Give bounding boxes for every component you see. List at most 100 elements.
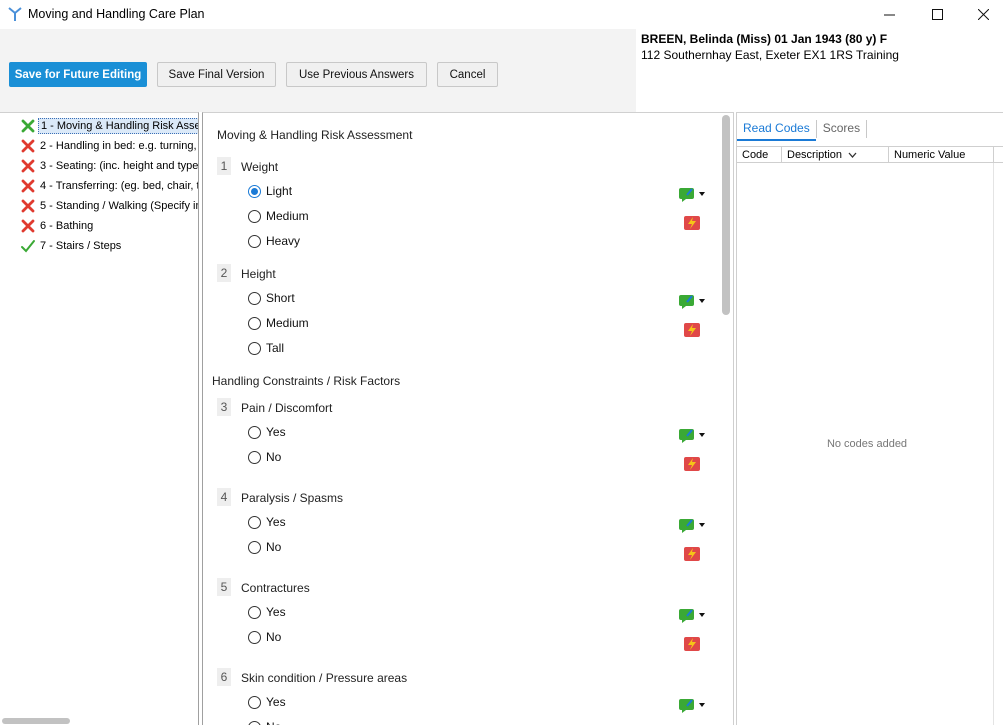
comment-icon[interactable]	[678, 607, 706, 623]
radio-button[interactable]	[248, 605, 261, 619]
radio-label: No	[266, 540, 282, 554]
comment-icon[interactable]	[678, 697, 706, 713]
horizontal-scrollbar[interactable]	[0, 717, 198, 725]
radio-button[interactable]	[248, 209, 261, 223]
question-label-pain: Pain / Discomfort	[241, 401, 333, 415]
column-header-numeric-value[interactable]: Numeric Value	[889, 147, 994, 163]
radio-label: No	[266, 630, 282, 644]
tree-item-stairs-steps[interactable]: 7 - Stairs / Steps	[20, 236, 198, 255]
radio-button[interactable]	[248, 695, 261, 709]
radio-skin-no[interactable]: No	[248, 720, 281, 725]
radio-height-medium[interactable]: Medium	[248, 316, 309, 330]
codes-grid-header: Code Description Numeric Value	[737, 146, 1003, 163]
radio-height-short[interactable]: Short	[248, 291, 295, 305]
tab-scores[interactable]: Scores	[817, 117, 866, 141]
tree-item-label: 6 - Bathing	[40, 219, 94, 232]
incomplete-cross-icon	[21, 159, 35, 172]
radio-weight-medium[interactable]: Medium	[248, 209, 309, 223]
question-label-weight: Weight	[241, 160, 279, 174]
question-number: 5	[217, 578, 231, 596]
tree-item-handling-in-bed[interactable]: 2 - Handling in bed: e.g. turning, sitti…	[20, 136, 198, 155]
form-title: Moving & Handling Risk Assessment	[217, 128, 413, 142]
tree-item-label: 4 - Transferring: (eg. bed, chair, toile…	[40, 179, 198, 192]
incomplete-cross-icon	[21, 119, 35, 132]
tree-item-bathing[interactable]: 6 - Bathing	[20, 216, 198, 235]
close-icon	[977, 9, 989, 20]
radio-button[interactable]	[248, 291, 261, 305]
radio-contractures-yes[interactable]: Yes	[248, 605, 286, 619]
radio-weight-heavy[interactable]: Heavy	[248, 234, 300, 248]
radio-button[interactable]	[248, 425, 261, 439]
radio-button[interactable]	[248, 316, 261, 330]
tree-item-label: 2 - Handling in bed: e.g. turning, sitti…	[40, 139, 198, 152]
app-logo-icon	[8, 7, 22, 21]
comment-icon[interactable]	[678, 186, 706, 202]
scrollbar-thumb[interactable]	[722, 115, 730, 315]
complete-check-icon	[21, 239, 35, 252]
empty-codes-message: No codes added	[826, 438, 908, 450]
radio-pain-no[interactable]: No	[248, 450, 281, 464]
radio-paralysis-no[interactable]: No	[248, 540, 281, 554]
incomplete-cross-icon	[21, 199, 35, 212]
radio-label: Medium	[266, 316, 309, 330]
radio-weight-light[interactable]: Light	[248, 184, 292, 198]
lightning-icon[interactable]	[683, 215, 701, 231]
tab-read-codes[interactable]: Read Codes	[737, 117, 816, 141]
tree-item-standing-walking[interactable]: 5 - Standing / Walking (Specify individu…	[20, 196, 198, 215]
use-previous-answers-button[interactable]: Use Previous Answers	[286, 62, 427, 87]
radio-button[interactable]	[248, 630, 261, 644]
radio-pain-yes[interactable]: Yes	[248, 425, 286, 439]
scrollbar-thumb[interactable]	[2, 718, 70, 724]
section-tree: 1 - Moving & Handling Risk Assessment 2 …	[0, 112, 199, 725]
radio-button[interactable]	[248, 184, 261, 198]
lightning-icon[interactable]	[683, 322, 701, 338]
save-final-version-button[interactable]: Save Final Version	[157, 62, 276, 87]
vertical-scrollbar[interactable]	[721, 113, 731, 725]
comment-icon[interactable]	[678, 517, 706, 533]
question-label-height: Height	[241, 267, 276, 281]
close-button[interactable]	[960, 0, 1003, 29]
tree-item-transferring[interactable]: 4 - Transferring: (eg. bed, chair, toile…	[20, 176, 198, 195]
radio-label: Medium	[266, 209, 309, 223]
radio-label: No	[266, 720, 281, 725]
maximize-icon	[931, 9, 943, 20]
patient-name: BREEN, Belinda (Miss) 01 Jan 1943 (80 y)…	[641, 32, 888, 46]
tree-item-label: 1 - Moving & Handling Risk Assessment	[38, 117, 198, 134]
section-title-constraints: Handling Constraints / Risk Factors	[212, 374, 401, 388]
comment-icon[interactable]	[678, 293, 706, 309]
lightning-icon[interactable]	[683, 456, 701, 472]
incomplete-cross-icon	[21, 219, 35, 232]
patient-address: 112 Southernhay East, Exeter EX1 1RS Tra…	[641, 48, 899, 62]
radio-contractures-no[interactable]: No	[248, 630, 281, 644]
cancel-button[interactable]: Cancel	[437, 62, 498, 87]
radio-button[interactable]	[248, 515, 261, 529]
question-number: 3	[217, 398, 231, 416]
radio-height-tall[interactable]: Tall	[248, 341, 284, 355]
lightning-icon[interactable]	[683, 636, 701, 652]
radio-button[interactable]	[248, 540, 261, 554]
comment-icon[interactable]	[678, 427, 706, 443]
minimize-button[interactable]	[866, 0, 912, 29]
radio-label: Yes	[266, 695, 286, 709]
tree-item-moving-handling-risk[interactable]: 1 - Moving & Handling Risk Assessment	[20, 116, 198, 135]
radio-button[interactable]	[248, 450, 261, 464]
tree-item-seating[interactable]: 3 - Seating: (inc. height and type of ch…	[20, 156, 198, 175]
question-label-paralysis: Paralysis / Spasms	[241, 491, 344, 505]
radio-label: Yes	[266, 605, 286, 619]
lightning-icon[interactable]	[683, 546, 701, 562]
radio-label: Tall	[266, 341, 285, 355]
radio-paralysis-yes[interactable]: Yes	[248, 515, 286, 529]
radio-button[interactable]	[248, 234, 261, 248]
patient-banner: BREEN, Belinda (Miss) 01 Jan 1943 (80 y)…	[636, 29, 1003, 112]
minimize-icon	[883, 14, 895, 16]
incomplete-cross-icon	[21, 139, 35, 152]
column-header-description[interactable]: Description	[782, 147, 889, 163]
radio-label: Short	[266, 291, 295, 305]
save-for-future-editing-button[interactable]: Save for Future Editing	[9, 62, 147, 87]
radio-button[interactable]	[248, 341, 261, 355]
radio-button[interactable]	[248, 720, 261, 725]
radio-label: Heavy	[266, 234, 301, 248]
column-header-code[interactable]: Code	[737, 147, 782, 163]
radio-skin-yes[interactable]: Yes	[248, 695, 286, 709]
maximize-button[interactable]	[914, 0, 960, 29]
